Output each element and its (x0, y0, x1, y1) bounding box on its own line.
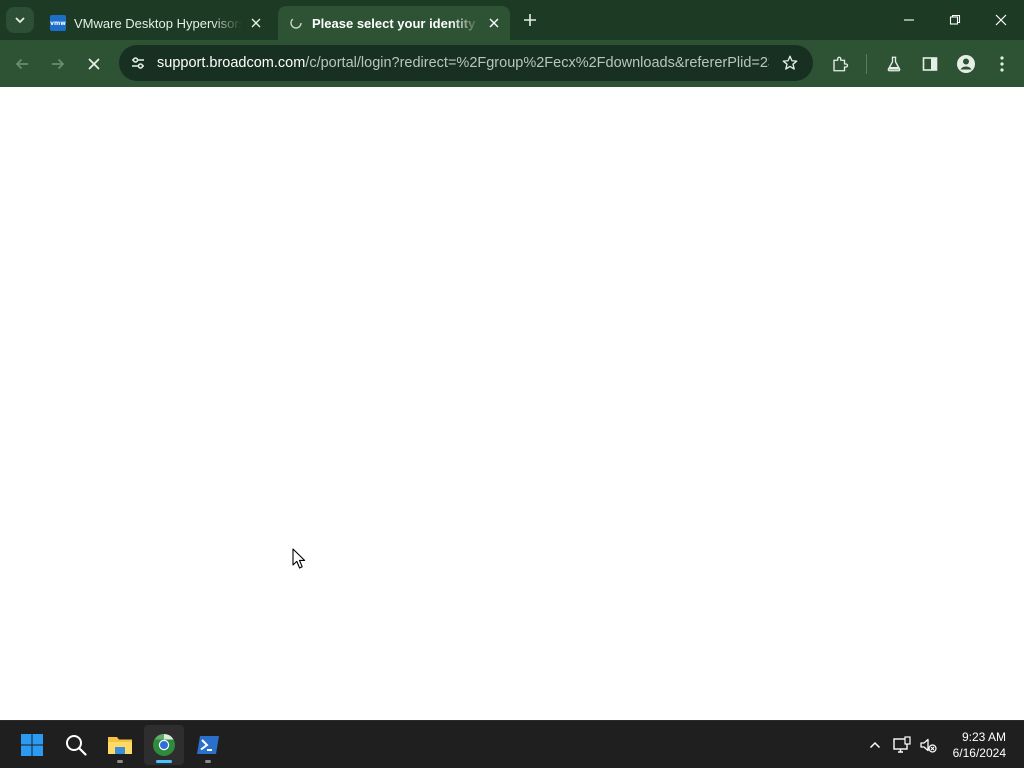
back-button[interactable] (7, 49, 37, 79)
volume-muted-icon (920, 738, 937, 753)
search-button[interactable] (56, 725, 96, 765)
running-indicator (205, 760, 211, 763)
close-window-button[interactable] (978, 0, 1024, 40)
chevron-up-icon (869, 741, 881, 749)
mouse-pointer-icon (292, 548, 306, 569)
bookmark-button[interactable] (775, 48, 805, 78)
close-tab-icon[interactable] (248, 15, 264, 31)
running-indicator (117, 760, 123, 763)
side-panel-icon (922, 57, 938, 71)
chrome-icon (153, 734, 175, 756)
site-info-button[interactable] (121, 45, 155, 81)
minimize-icon (904, 19, 914, 21)
browser-toolbar: support.broadcom.com/c/portal/login?redi… (0, 40, 1024, 87)
show-hidden-icons-button[interactable] (863, 733, 887, 757)
extensions-button[interactable] (825, 49, 855, 79)
file-explorer-button[interactable] (100, 725, 140, 765)
stop-loading-button[interactable] (79, 49, 109, 79)
forward-button[interactable] (43, 49, 73, 79)
tab-title: VMware Desktop Hypervisors (74, 15, 242, 31)
clock-date: 6/16/2024 (952, 746, 1006, 760)
chevron-down-icon (15, 17, 25, 24)
plus-icon (524, 14, 536, 26)
network-icon (893, 736, 911, 753)
toolbar-divider (866, 54, 867, 74)
tune-icon (132, 57, 144, 69)
more-vert-icon (1000, 56, 1004, 72)
tab-search-button[interactable] (6, 7, 34, 33)
address-bar[interactable]: support.broadcom.com/c/portal/login?redi… (119, 45, 813, 81)
loading-globe-icon (288, 15, 304, 31)
star-icon (782, 55, 798, 70)
url-domain: support.broadcom.com (157, 55, 306, 71)
new-tab-button[interactable] (518, 9, 542, 31)
restore-icon (949, 14, 961, 25)
web-page-viewport[interactable] (0, 87, 1024, 720)
profile-button[interactable] (951, 49, 981, 79)
windows-taskbar: 9:23 AM 6/16/2024 (0, 720, 1024, 768)
close-icon (995, 14, 1007, 26)
powershell-icon (197, 736, 219, 754)
avatar-icon (957, 55, 975, 73)
tab-identity-provider[interactable]: Please select your identity provider (278, 6, 510, 40)
labs-button[interactable] (879, 49, 909, 79)
arrow-right-icon (52, 58, 65, 70)
puzzle-icon (833, 56, 849, 72)
start-button[interactable] (12, 725, 52, 765)
browser-menu-button[interactable] (987, 49, 1017, 79)
url-path: /c/portal/login?redirect=%2Fgroup%2Fecx%… (305, 55, 769, 71)
tab-title: Please select your identity provider (312, 15, 480, 31)
powershell-button[interactable] (188, 725, 228, 765)
arrow-left-icon (15, 58, 28, 70)
windows-logo-icon (21, 734, 43, 756)
system-clock[interactable]: 9:23 AM 6/16/2024 (936, 729, 1006, 761)
search-icon (66, 735, 87, 756)
vmware-logo-icon: vmw (50, 15, 66, 31)
tab-strip: vmw VMware Desktop Hypervisors Please se… (0, 0, 1024, 40)
close-tab-icon[interactable] (486, 15, 502, 31)
stop-icon (88, 58, 100, 70)
chrome-browser-button[interactable] (144, 725, 184, 765)
side-panel-button[interactable] (915, 49, 945, 79)
restore-button[interactable] (932, 0, 978, 40)
tab-vmware-desktop-hypervisors[interactable]: vmw VMware Desktop Hypervisors (40, 6, 272, 40)
clock-time: 9:23 AM (961, 730, 1006, 744)
url-text[interactable]: support.broadcom.com/c/portal/login?redi… (157, 55, 769, 71)
folder-icon (108, 737, 132, 754)
minimize-button[interactable] (886, 0, 932, 40)
active-indicator (156, 760, 172, 763)
flask-icon (887, 56, 901, 72)
network-status-button[interactable] (890, 733, 914, 757)
